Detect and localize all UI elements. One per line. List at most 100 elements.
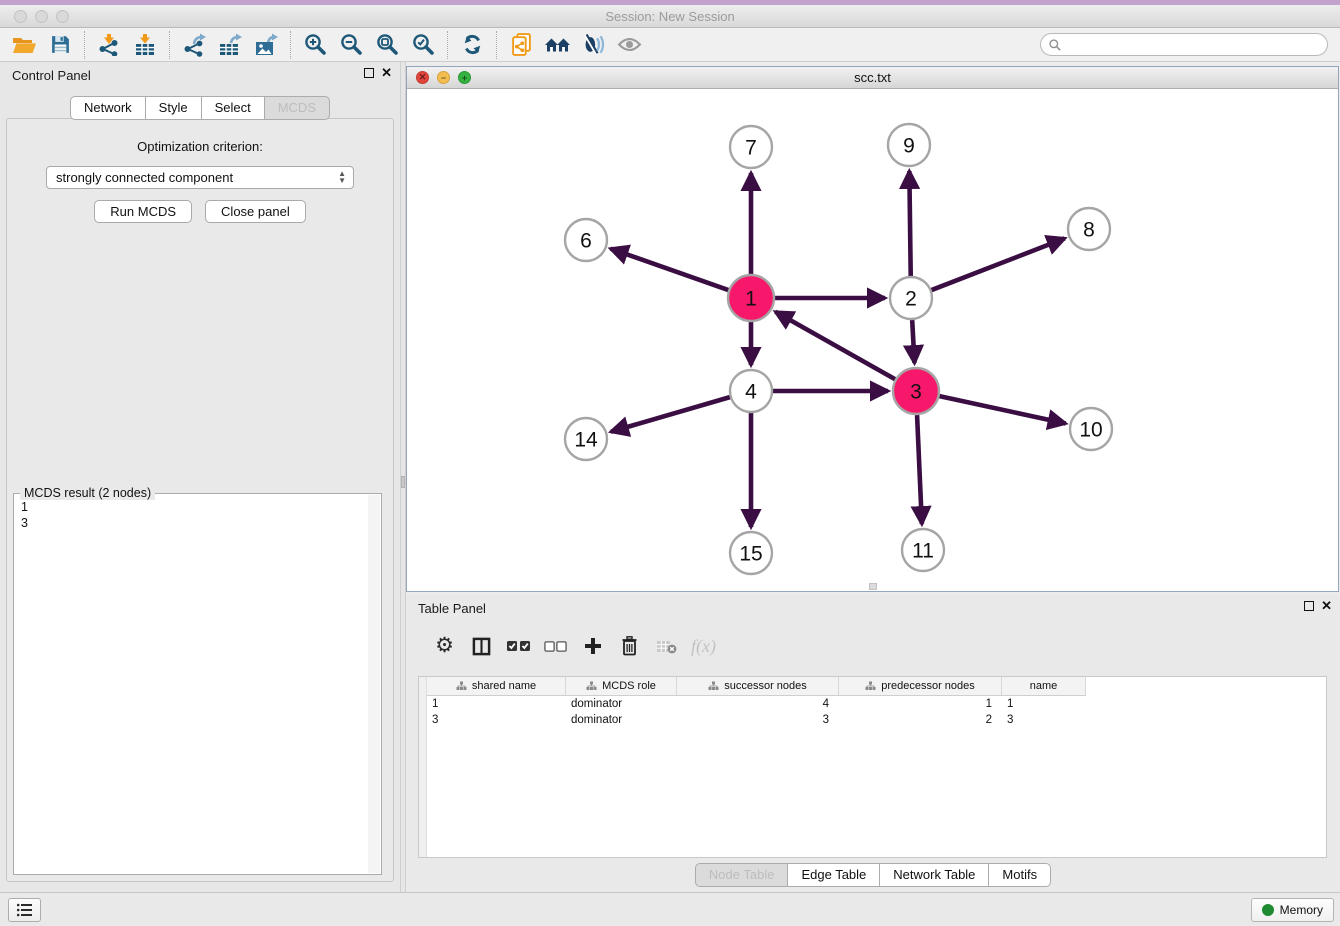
graph-edge-2-9[interactable]	[909, 171, 910, 276]
node-label: 8	[1083, 219, 1095, 242]
zoom-in-button[interactable]	[297, 30, 333, 60]
home-networks-icon	[544, 36, 571, 54]
zoom-fit-button[interactable]	[369, 30, 405, 60]
close-panel-icon[interactable]: ✕	[381, 68, 392, 78]
result-scrollbar[interactable]	[368, 495, 380, 873]
table-cell[interactable]: dominator	[566, 712, 677, 728]
graph-node-6[interactable]: 6	[565, 219, 607, 261]
table-cell[interactable]: 2	[839, 712, 1002, 728]
dropdown-stepper-icon: ▲▼	[338, 170, 346, 184]
graph-edge-4-14[interactable]	[611, 397, 730, 432]
close-panel-icon[interactable]: ✕	[1321, 601, 1332, 611]
save-session-button[interactable]	[42, 30, 78, 60]
select-all-button[interactable]	[500, 629, 537, 663]
graph-node-1[interactable]: 1	[728, 275, 774, 321]
add-column-button[interactable]	[574, 629, 611, 663]
show-columns-button[interactable]	[463, 629, 500, 663]
run-mcds-button[interactable]: Run MCDS	[94, 200, 192, 223]
column-header-MCDS-role[interactable]: MCDS role	[566, 677, 677, 695]
import-table-button[interactable]	[127, 30, 163, 60]
splitter-grip[interactable]	[401, 476, 405, 488]
network-canvas[interactable]: 7 9 6 8 1 2 4 3 14 10 15 11	[407, 89, 1338, 591]
network-window-titlebar[interactable]: ✕ − + scc.txt	[407, 67, 1338, 89]
export-network-button[interactable]	[176, 30, 212, 60]
clone-network-button[interactable]	[503, 30, 539, 60]
table-cell[interactable]: 3	[677, 712, 839, 728]
memory-button[interactable]: Memory	[1251, 898, 1334, 922]
search-input[interactable]	[1066, 38, 1319, 52]
tab-motifs[interactable]: Motifs	[988, 863, 1051, 887]
table-cell[interactable]: dominator	[566, 696, 677, 712]
float-panel-icon[interactable]	[364, 68, 374, 78]
network-resize-grip[interactable]	[869, 583, 877, 590]
graph-node-2[interactable]: 2	[890, 277, 932, 319]
column-header-successor-nodes[interactable]: successor nodes	[677, 677, 839, 695]
table-cell[interactable]: 4	[677, 696, 839, 712]
graph-node-3[interactable]: 3	[893, 368, 939, 414]
table-cell[interactable]: 3	[1002, 712, 1086, 728]
graph-edge-2-8[interactable]	[932, 238, 1065, 290]
export-image-icon	[254, 33, 278, 57]
criterion-dropdown[interactable]: strongly connected component ▲▼	[46, 166, 354, 189]
toolbar-separator	[496, 31, 497, 59]
graph-node-14[interactable]: 14	[565, 418, 607, 460]
graph-node-10[interactable]: 10	[1070, 408, 1112, 450]
control-panel-header: Control Panel ✕	[0, 62, 400, 88]
zoom-out-button[interactable]	[333, 30, 369, 60]
tab-select[interactable]: Select	[201, 96, 265, 120]
graph-node-7[interactable]: 7	[730, 126, 772, 168]
graph-node-4[interactable]: 4	[730, 370, 772, 412]
graph-edge-2-3[interactable]	[912, 320, 914, 363]
table-cell[interactable]: 1	[839, 696, 1002, 712]
node-label: 7	[745, 137, 757, 160]
delete-column-button[interactable]	[611, 629, 648, 663]
tab-network[interactable]: Network	[70, 96, 146, 120]
zoom-selected-button[interactable]	[405, 30, 441, 60]
open-file-button[interactable]	[6, 30, 42, 60]
table-options-button[interactable]: ⚙	[426, 629, 463, 663]
graph-edge-1-6[interactable]	[611, 249, 729, 290]
refresh-layout-button[interactable]	[454, 30, 490, 60]
float-panel-icon[interactable]	[1304, 601, 1314, 611]
control-panel: Control Panel ✕ NetworkStyleSelectMCDS O…	[0, 62, 400, 892]
tab-network-table[interactable]: Network Table	[879, 863, 989, 887]
import-network-icon	[98, 34, 120, 56]
toolbar-separator	[84, 31, 85, 59]
tab-style[interactable]: Style	[145, 96, 202, 120]
graph-edge-3-10[interactable]	[939, 396, 1065, 423]
deselect-all-button[interactable]	[537, 629, 574, 663]
search-icon	[1049, 39, 1061, 51]
status-bar: Memory	[0, 892, 1340, 926]
hide-graphics-details-button[interactable]	[575, 30, 611, 60]
close-panel-button[interactable]: Close panel	[205, 200, 306, 223]
hierarchy-icon	[456, 681, 467, 691]
table-cell[interactable]: 1	[1002, 696, 1086, 712]
show-hidden-button[interactable]	[611, 30, 647, 60]
graph-edge-3-1[interactable]	[775, 312, 895, 379]
column-header-label: successor nodes	[724, 680, 807, 692]
home-networks-button[interactable]	[539, 30, 575, 60]
column-header-shared-name[interactable]: shared name	[427, 677, 566, 695]
column-header-name[interactable]: name	[1002, 677, 1086, 695]
memory-label: Memory	[1280, 903, 1323, 917]
table-row[interactable]: 1dominator411	[427, 696, 1326, 712]
graph-node-8[interactable]: 8	[1068, 208, 1110, 250]
table-cell[interactable]: 3	[427, 712, 566, 728]
function-builder-button[interactable]: f(x)	[685, 629, 722, 663]
tab-mcds[interactable]: MCDS	[264, 96, 330, 120]
delete-table-button[interactable]	[648, 629, 685, 663]
export-image-button[interactable]	[248, 30, 284, 60]
table-cell[interactable]: 1	[427, 696, 566, 712]
task-history-button[interactable]	[8, 898, 41, 922]
graph-node-11[interactable]: 11	[902, 529, 944, 571]
column-header-predecessor-nodes[interactable]: predecessor nodes	[839, 677, 1002, 695]
graph-edge-3-11[interactable]	[917, 415, 922, 524]
graph-node-9[interactable]: 9	[888, 124, 930, 166]
export-table-button[interactable]	[212, 30, 248, 60]
search-field[interactable]	[1040, 33, 1328, 56]
table-row[interactable]: 3dominator323	[427, 712, 1326, 728]
graph-node-15[interactable]: 15	[730, 532, 772, 574]
tab-node-table[interactable]: Node Table	[695, 863, 789, 887]
import-network-button[interactable]	[91, 30, 127, 60]
tab-edge-table[interactable]: Edge Table	[787, 863, 880, 887]
